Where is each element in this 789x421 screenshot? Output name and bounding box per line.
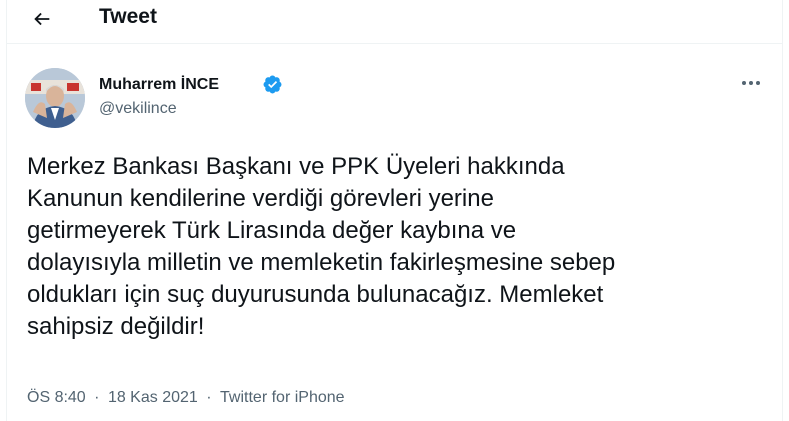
- back-button[interactable]: [27, 4, 61, 34]
- more-horizontal-icon: [742, 81, 760, 85]
- avatar[interactable]: [25, 68, 85, 128]
- verified-badge-icon: [263, 75, 282, 94]
- page-header: Tweet: [7, 0, 782, 44]
- page-title: Tweet: [99, 5, 157, 28]
- tweet-source[interactable]: Twitter for iPhone: [220, 389, 345, 407]
- tweet-date[interactable]: 18 Kas 2021: [108, 389, 198, 407]
- separator: ·: [206, 389, 212, 406]
- tweet-time[interactable]: ÖS 8:40: [27, 389, 86, 407]
- tweet-text: Merkez Bankası Başkanı ve PPK Üyeleri ha…: [27, 153, 616, 340]
- arrow-left-icon: [34, 12, 50, 26]
- profile-photo: [25, 68, 85, 128]
- author-handle[interactable]: @vekilince: [99, 100, 177, 118]
- author-name[interactable]: Muharrem İNCE: [99, 76, 219, 94]
- separator: ·: [94, 389, 100, 406]
- tweet-page: Tweet Muharrem İNCE @vekilince Merkez Ba…: [6, 0, 783, 421]
- tweet-metadata: ÖS 8:40 · 18 Kas 2021 · Twitter for iPho…: [27, 389, 345, 407]
- more-options-button[interactable]: [739, 74, 763, 92]
